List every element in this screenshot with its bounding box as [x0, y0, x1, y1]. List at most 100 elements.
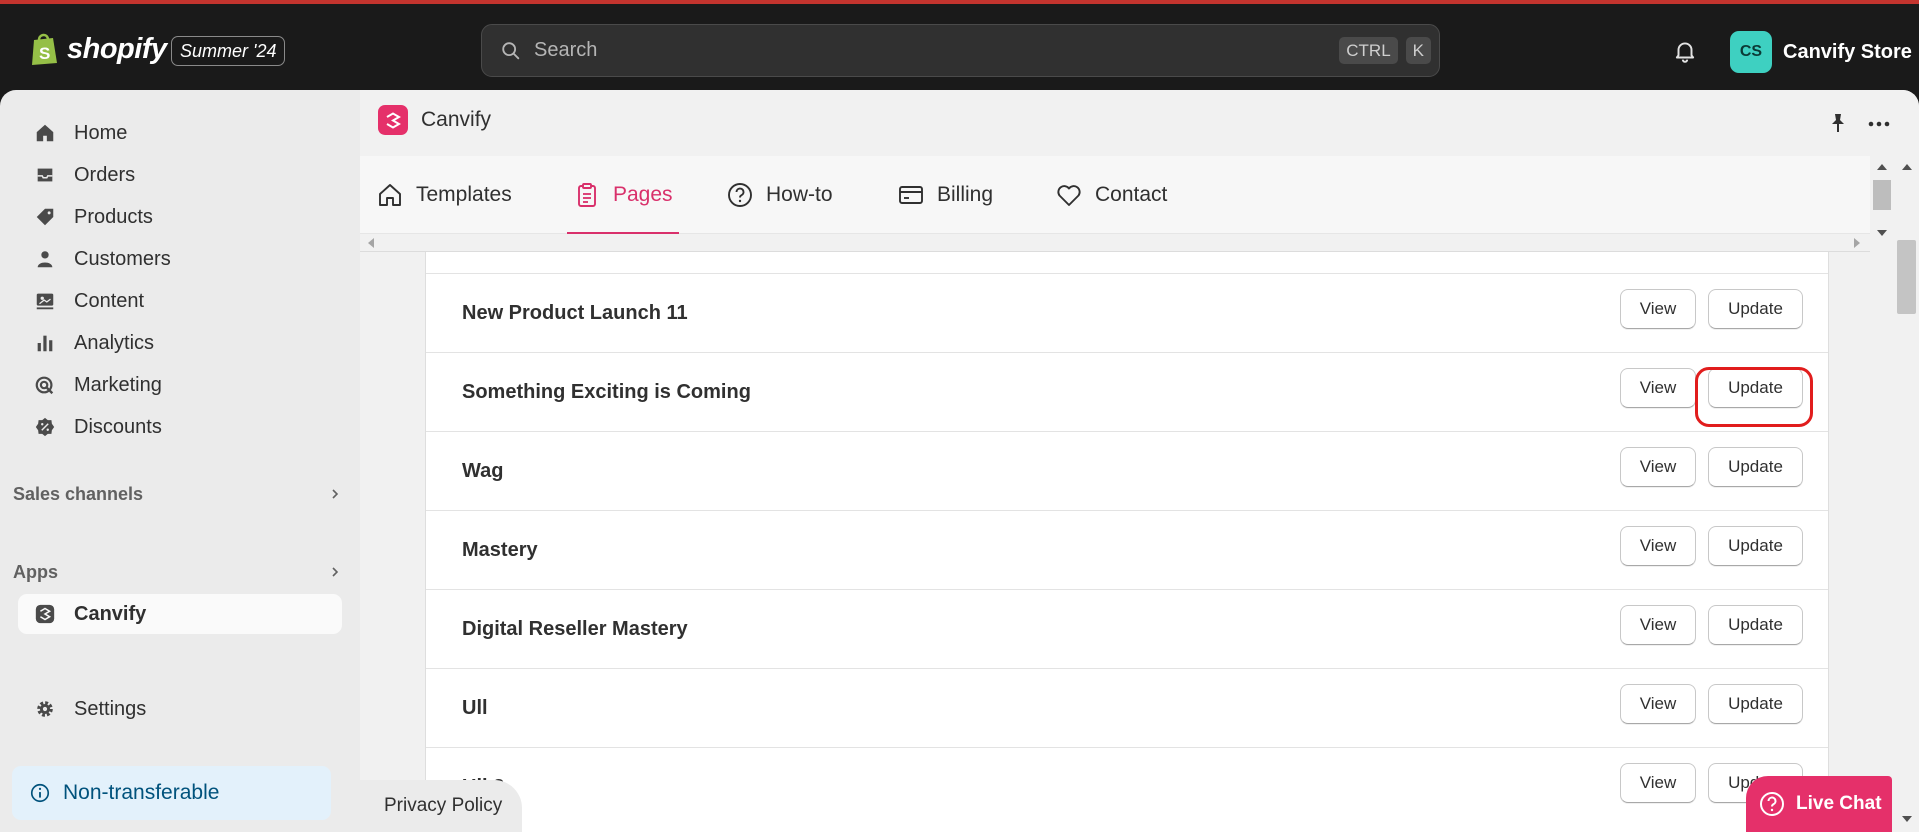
scroll-down-arrow-icon[interactable] — [1902, 816, 1912, 822]
sidebar-item-analytics[interactable]: Analytics — [18, 323, 342, 363]
list-item: Wag View Update — [426, 431, 1828, 510]
chevron-right-icon — [332, 567, 339, 577]
sidebar-item-label: Discounts — [74, 415, 162, 438]
scroll-down-arrow-icon[interactable] — [1877, 230, 1887, 236]
search-bar[interactable]: CTRL K — [481, 24, 1440, 77]
sidebar-item-discounts[interactable]: Discounts — [18, 407, 342, 447]
scroll-up-arrow-icon[interactable] — [1902, 164, 1912, 170]
scroll-up-arrow-icon[interactable] — [1877, 164, 1887, 170]
non-transferable-notice[interactable]: Non-transferable — [12, 766, 331, 820]
scrollbar-thumb[interactable] — [1873, 180, 1891, 210]
tag-icon — [36, 208, 54, 226]
view-button[interactable]: View — [1620, 526, 1696, 566]
view-button[interactable]: View — [1620, 289, 1696, 329]
tab-how-to[interactable]: How-to — [726, 156, 833, 234]
tab-label: Pages — [613, 183, 673, 206]
tab-contact[interactable]: Contact — [1055, 156, 1167, 234]
view-button[interactable]: View — [1620, 684, 1696, 724]
content-icon — [36, 293, 54, 310]
list-item: New Product Launch 11 View Update — [426, 273, 1828, 352]
sidebar-item-label: Canvify — [74, 602, 147, 625]
apps-section[interactable]: Apps — [13, 557, 343, 587]
update-button[interactable]: Update — [1708, 368, 1803, 408]
update-button[interactable]: Update — [1708, 605, 1803, 645]
page-name: Something Exciting is Coming — [462, 381, 751, 403]
sidebar-item-label: Settings — [74, 697, 147, 720]
update-button[interactable]: Update — [1708, 447, 1803, 487]
sidebar-item-customers[interactable]: Customers — [18, 239, 342, 279]
list-item: Ull 3 View Update — [426, 747, 1828, 826]
tab-templates[interactable]: Templates — [376, 156, 512, 234]
tab-billing[interactable]: Billing — [897, 156, 993, 234]
sidebar-item-products[interactable]: Products — [18, 197, 342, 237]
scrollbar-thumb[interactable] — [1897, 240, 1916, 314]
page-name: Ull — [462, 697, 488, 719]
sidebar-item-label: Customers — [74, 247, 171, 270]
tab-label: Billing — [937, 183, 994, 206]
view-button[interactable]: View — [1620, 605, 1696, 645]
avatar: CS — [1730, 31, 1772, 73]
privacy-policy-link[interactable]: Privacy Policy — [360, 780, 522, 832]
sidebar: Home Orders Products Customers Content A… — [0, 90, 360, 832]
search-input[interactable] — [534, 39, 1340, 62]
list-item: Mastery View Update — [426, 510, 1828, 589]
pages-list: New Product Launch 11 View Update Someth… — [425, 252, 1829, 832]
discount-icon — [35, 417, 55, 437]
sidebar-item-marketing[interactable]: Marketing — [18, 365, 342, 405]
tab-label: How-to — [766, 183, 833, 206]
inner-vertical-scrollbar[interactable] — [1870, 156, 1894, 252]
list-item: Something Exciting is Coming View Update — [426, 352, 1828, 431]
bell-icon[interactable] — [1672, 38, 1698, 64]
shortcut-key-k: K — [1405, 37, 1431, 64]
horizontal-scrollbar[interactable] — [360, 234, 1870, 252]
live-chat-button[interactable]: Live Chat — [1746, 776, 1892, 832]
sidebar-item-label: Orders — [74, 163, 136, 186]
tab-pages[interactable]: Pages — [567, 156, 679, 234]
target-icon — [35, 376, 54, 395]
shopify-logo[interactable]: S shopify — [29, 32, 167, 66]
sales-channels-section[interactable]: Sales channels — [13, 479, 343, 509]
view-button[interactable]: View — [1620, 763, 1696, 803]
shopify-bag-icon: S — [32, 33, 57, 65]
view-button[interactable]: View — [1620, 368, 1696, 408]
canvify-logo-icon — [378, 105, 408, 135]
canvify-app-icon — [35, 604, 55, 624]
page-vertical-scrollbar[interactable] — [1894, 156, 1919, 832]
list-item: Ull View Update — [426, 668, 1828, 747]
update-button[interactable]: Update — [1708, 684, 1803, 724]
heart-icon — [1057, 185, 1081, 206]
update-button[interactable]: Update — [1708, 526, 1803, 566]
tab-label: Templates — [416, 183, 512, 206]
sidebar-item-label: Analytics — [74, 331, 155, 354]
svg-text:S: S — [39, 44, 50, 63]
edition-badge[interactable]: Summer '24 — [171, 36, 286, 66]
update-button[interactable]: Update — [1708, 289, 1803, 329]
bar-chart-icon — [37, 335, 53, 352]
sidebar-item-canvify[interactable]: Canvify — [18, 594, 342, 634]
shortcut-key-ctrl: CTRL — [1339, 37, 1398, 64]
section-label: Apps — [13, 561, 58, 582]
scroll-right-arrow-icon[interactable] — [1854, 238, 1860, 248]
page-name: Mastery — [462, 539, 538, 561]
sidebar-item-orders[interactable]: Orders — [18, 155, 342, 195]
page-name: New Product Launch 11 — [462, 302, 688, 324]
store-menu[interactable]: CS Canvify Store — [1730, 31, 1912, 73]
sidebar-item-settings[interactable]: Settings — [18, 689, 342, 729]
view-button[interactable]: View — [1620, 447, 1696, 487]
sidebar-item-content[interactable]: Content — [18, 281, 342, 321]
more-options-icon[interactable] — [1866, 112, 1892, 136]
sidebar-item-label: Marketing — [74, 373, 162, 396]
credit-card-icon — [899, 186, 923, 204]
page-name: Wag — [462, 460, 504, 482]
pin-icon[interactable] — [1826, 111, 1850, 135]
app-tab-bar: Templates Pages How-to Billing Contact — [360, 156, 1870, 234]
scroll-left-arrow-icon[interactable] — [368, 238, 374, 248]
main-content: Canvify Templates Pages How-to Billing C… — [360, 90, 1919, 832]
gear-icon — [37, 701, 53, 717]
sidebar-item-label: Products — [74, 205, 153, 228]
person-icon — [37, 251, 53, 268]
sidebar-item-home[interactable]: Home — [18, 113, 342, 153]
app-title: Canvify — [378, 105, 491, 135]
question-circle-icon — [728, 183, 752, 207]
tab-label: Contact — [1095, 183, 1168, 206]
